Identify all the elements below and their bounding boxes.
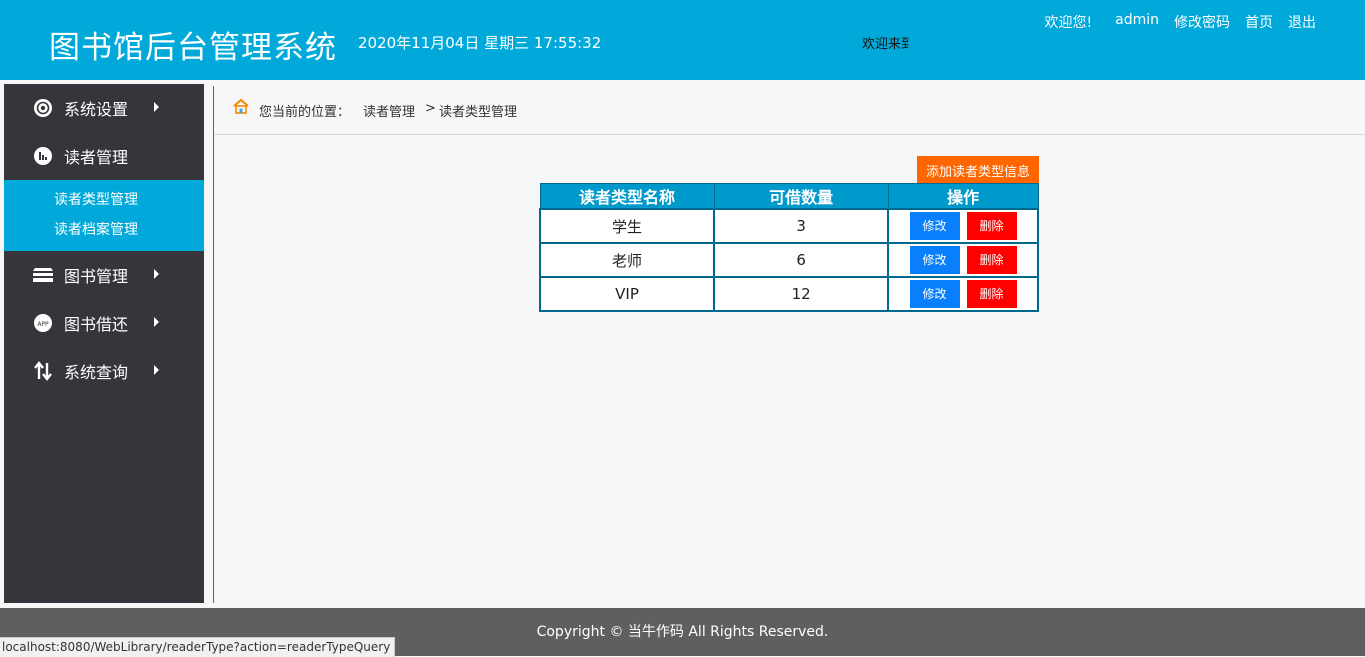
chevron-right-icon bbox=[154, 365, 159, 375]
chevron-right-icon bbox=[154, 102, 159, 112]
cell-type-name: VIP bbox=[538, 276, 716, 312]
reader-type-table: 读者类型名称 可借数量 操作 学生 3 修改 删除 老师 6 修改 删除 VIP 1… bbox=[538, 183, 1039, 312]
gear-icon bbox=[32, 97, 54, 119]
home-icon bbox=[232, 98, 250, 118]
cell-type-name: 老师 bbox=[538, 242, 716, 278]
breadcrumb-reader-management[interactable]: 读者管理 bbox=[363, 101, 415, 120]
browser-status-url: localhost:8080/WebLibrary/readerType?act… bbox=[0, 637, 396, 657]
top-header: 图书馆后台管理系统 2020年11月04日 星期三 17:55:32 欢迎来到 … bbox=[0, 0, 1365, 80]
breadcrumb-label: 您当前的位置： bbox=[259, 105, 351, 120]
welcome-text: 欢迎您! bbox=[1044, 15, 1093, 31]
cell-borrow-count: 12 bbox=[713, 276, 890, 312]
sidebar-item-label: 系统查询 bbox=[64, 363, 129, 382]
delete-button[interactable]: 删除 bbox=[966, 246, 1017, 274]
content-left-border bbox=[213, 86, 214, 603]
svg-text:APP: APP bbox=[37, 321, 49, 328]
current-datetime: 2020年11月04日 星期三 17:55:32 bbox=[358, 34, 602, 52]
change-password-link[interactable]: 修改密码 bbox=[1174, 12, 1230, 32]
top-links: 欢迎您! admin 修改密码 首页 退出 bbox=[1045, 12, 1317, 32]
home-link[interactable]: 首页 bbox=[1245, 12, 1273, 32]
submenu-reader-type[interactable]: 读者类型管理 bbox=[4, 185, 204, 215]
welcome-marquee: 欢迎来到 bbox=[862, 37, 909, 52]
column-header-type-name: 读者类型名称 bbox=[539, 183, 715, 210]
breadcrumb-separator: > bbox=[425, 101, 436, 116]
breadcrumb: 您当前的位置： 读者管理 > 读者类型管理 bbox=[214, 86, 1365, 135]
sidebar: 系统设置 读者管理 读者类型管理 读者档案管理 图书管理 APP 图书借还 系统… bbox=[4, 84, 204, 603]
cell-borrow-count: 6 bbox=[713, 242, 890, 278]
sidebar-item-system-query[interactable]: 系统查询 bbox=[4, 347, 204, 395]
sidebar-item-label: 系统设置 bbox=[64, 100, 129, 119]
sidebar-item-label: 图书借还 bbox=[64, 315, 129, 334]
table-row: 老师 6 修改 删除 bbox=[538, 242, 1039, 278]
table-header-row: 读者类型名称 可借数量 操作 bbox=[539, 183, 1039, 210]
cell-operations: 修改 删除 bbox=[887, 242, 1039, 278]
sidebar-item-book-borrow[interactable]: APP 图书借还 bbox=[4, 299, 204, 347]
books-icon bbox=[32, 264, 54, 286]
sidebar-item-label: 读者管理 bbox=[64, 148, 129, 167]
column-header-borrow-count: 可借数量 bbox=[713, 183, 889, 210]
app-icon: APP bbox=[32, 312, 54, 334]
cell-operations: 修改 删除 bbox=[887, 208, 1039, 244]
username-link[interactable]: admin bbox=[1115, 12, 1159, 32]
add-reader-type-button[interactable]: 添加读者类型信息 bbox=[917, 156, 1039, 184]
sidebar-item-label: 图书管理 bbox=[64, 267, 129, 286]
submenu-reader-archive[interactable]: 读者档案管理 bbox=[4, 215, 204, 245]
delete-button[interactable]: 删除 bbox=[966, 280, 1017, 308]
edit-button[interactable]: 修改 bbox=[909, 280, 960, 308]
column-header-operations: 操作 bbox=[887, 183, 1039, 210]
table-row: VIP 12 修改 删除 bbox=[538, 276, 1039, 312]
sidebar-item-reader-management[interactable]: 读者管理 bbox=[4, 132, 204, 180]
table-row: 学生 3 修改 删除 bbox=[538, 208, 1039, 244]
cell-borrow-count: 3 bbox=[713, 208, 890, 244]
copyright-text: Copyright © 当牛作码 All Rights Reserved. bbox=[536, 624, 829, 640]
logout-link[interactable]: 退出 bbox=[1288, 12, 1316, 32]
reader-submenu: 读者类型管理 读者档案管理 bbox=[4, 180, 204, 251]
chevron-right-icon bbox=[154, 317, 159, 327]
edit-button[interactable]: 修改 bbox=[909, 246, 960, 274]
cell-type-name: 学生 bbox=[538, 208, 716, 244]
sidebar-item-system-settings[interactable]: 系统设置 bbox=[4, 84, 204, 132]
sort-arrows-icon bbox=[32, 360, 54, 382]
chevron-right-icon bbox=[154, 269, 159, 279]
sidebar-item-book-management[interactable]: 图书管理 bbox=[4, 251, 204, 299]
edit-button[interactable]: 修改 bbox=[909, 212, 960, 240]
delete-button[interactable]: 删除 bbox=[966, 212, 1017, 240]
chart-icon bbox=[32, 145, 54, 167]
breadcrumb-reader-type: 读者类型管理 bbox=[439, 105, 518, 120]
app-title: 图书馆后台管理系统 bbox=[49, 30, 337, 66]
cell-operations: 修改 删除 bbox=[887, 276, 1039, 312]
